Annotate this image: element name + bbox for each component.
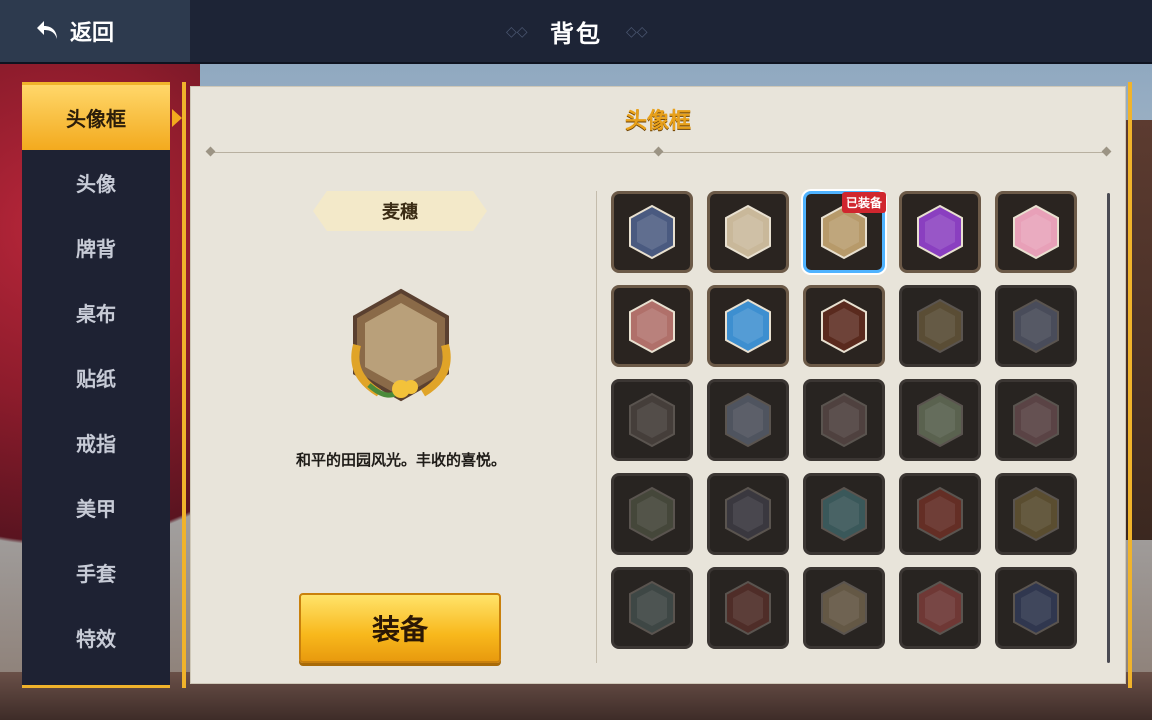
page-title: 背包 [550,20,602,48]
dark-hexagon-frame-icon [629,392,675,448]
gold-hexagon-frame-icon [917,298,963,354]
gear-frame-icon [629,580,675,636]
frame-slot[interactable] [611,567,693,649]
frame-grid: 已装备 [611,191,1083,661]
wooden-frame-icon [821,580,867,636]
frame-slot[interactable] [803,379,885,461]
frame-slot[interactable] [995,191,1077,273]
frame-slot[interactable] [899,473,981,555]
sidebar-tab-label: 手套 [76,562,116,586]
torii-frame-icon [629,298,675,354]
crystal-frame-icon [821,486,867,542]
sidebar-tab[interactable]: 特效 [22,605,170,670]
silver-hexagon-frame-icon [1013,298,1059,354]
frame-slot[interactable]: 已装备 [803,191,886,273]
win-ribbon-frame-icon [917,580,963,636]
frame-slot[interactable] [899,567,981,649]
frame-slot[interactable] [707,379,789,461]
red-cracked-frame-icon [725,580,771,636]
lucky-cat-frame-icon [725,486,771,542]
divider-dot-icon [653,146,664,157]
frame-slot[interactable] [803,473,885,555]
frame-slot[interactable] [803,285,885,367]
sidebar-tab[interactable]: 头像框 [22,85,182,150]
purple-hexagon-frame-icon [917,204,963,260]
panel-right-accent [1128,82,1132,688]
frame-slot[interactable] [995,473,1077,555]
snow-fox-frame-icon [725,392,771,448]
frame-slot[interactable] [707,285,789,367]
category-sidebar: 头像框头像牌背桌布贴纸戒指美甲手套特效 [22,82,182,688]
divider-dot-icon [205,146,216,157]
item-description: 和平的田园风光。丰收的喜悦。 [295,451,506,469]
samurai-helmet-frame-icon [821,298,867,354]
grid-scrollbar[interactable] [1107,193,1110,663]
plain-hexagon-frame-icon [725,204,771,260]
crimson-hexagon-frame-icon [917,486,963,542]
panel-left-accent [182,82,186,688]
frame-slot[interactable] [995,285,1077,367]
sidebar-tab-label: 牌背 [76,237,116,261]
divider-dot-icon [1101,146,1112,157]
frame-slot[interactable] [707,473,789,555]
constellation-frame-icon [1013,580,1059,636]
equipped-badge: 已装备 [841,192,886,213]
sidebar-tab-label: 特效 [76,627,116,651]
frame-slot[interactable] [899,379,981,461]
vine-frame-icon [629,486,675,542]
gold-star-frame-icon [1013,486,1059,542]
sidebar-tab[interactable]: 桌布 [22,280,170,345]
frame-slot[interactable] [995,379,1077,461]
panel-title: 头像框 [624,109,691,134]
item-name-plate: 麦穗 [313,191,487,231]
frame-slot[interactable] [899,285,981,367]
sidebar-tab-label: 戒指 [76,432,116,456]
sidebar-tab[interactable]: 头像 [22,150,170,215]
frame-slot[interactable] [611,191,693,273]
sidebar-tab[interactable]: 牌背 [22,215,170,280]
blue-hexagon-frame-icon [629,204,675,260]
sidebar-tab-label: 头像 [76,172,116,196]
sidebar-tab-label: 美甲 [76,497,116,521]
panel-vertical-divider [596,191,597,663]
top-bar: 返回 ◇◇ 背包 ◇◇ [0,0,1152,64]
frame-slot[interactable] [611,473,693,555]
wheat-frame-preview-icon [351,288,451,402]
frame-slot[interactable] [611,285,693,367]
leaf-frame-icon [917,392,963,448]
inventory-panel: 头像框 麦穗 和平的田园风光。丰收的喜悦。 装备 已装备 [190,86,1126,684]
frame-slot[interactable] [803,567,885,649]
sailor-frame-icon [725,298,771,354]
frame-slot[interactable] [995,567,1077,649]
cat-ear-frame-icon [1013,204,1059,260]
sidebar-tab-label: 桌布 [76,302,116,326]
frame-slot[interactable] [707,567,789,649]
frame-slot[interactable] [899,191,981,273]
frame-slot[interactable] [707,191,789,273]
title-ornament-right-icon: ◇◇ [626,24,648,40]
sidebar-tab[interactable]: 贴纸 [22,345,170,410]
sidebar-tab[interactable]: 戒指 [22,410,170,475]
sidebar-tab-label: 贴纸 [76,367,116,391]
equip-button[interactable]: 装备 [299,593,501,663]
sidebar-tab[interactable]: 美甲 [22,475,170,540]
flower-frame-icon [821,392,867,448]
sakura-frame-icon [1013,392,1059,448]
sidebar-tab[interactable]: 手套 [22,540,170,605]
frame-slot[interactable] [611,379,693,461]
sidebar-tab-label: 头像框 [66,107,126,131]
